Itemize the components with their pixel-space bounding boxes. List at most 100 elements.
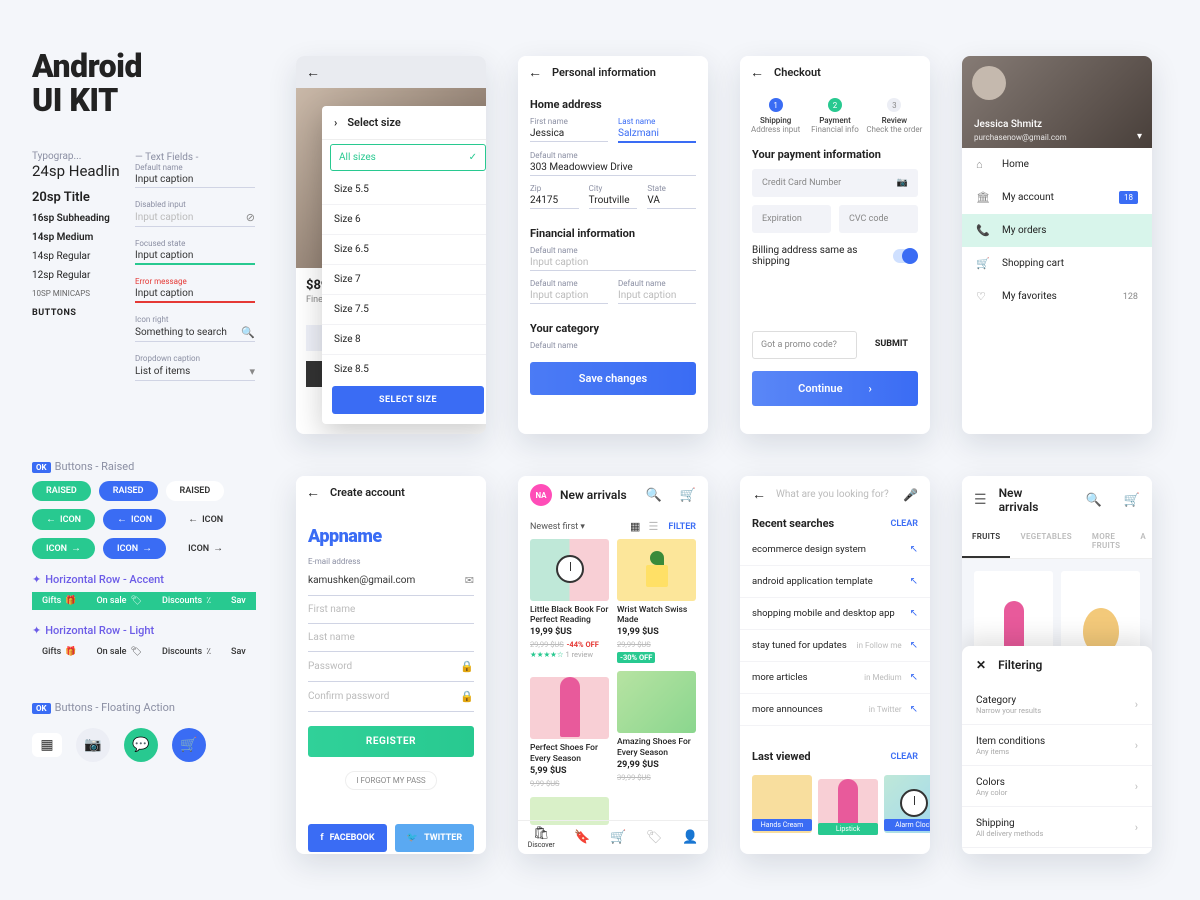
product-card[interactable]: Little Black Book For Perfect Reading 19… [530,539,609,663]
fin-input-1[interactable]: Input caption [530,255,696,271]
back-button[interactable]: ← [750,64,764,81]
chip-light-gifts[interactable]: Gifts 🎁 [32,643,86,661]
search-icon[interactable]: 🔍 [1086,493,1102,508]
size-option[interactable]: Size 7 [322,265,486,295]
last-name-input[interactable]: Last name [308,624,474,652]
drawer-home[interactable]: ⌂Home [962,148,1152,181]
confirm-password-input[interactable]: Confirm password🔒 [308,682,474,712]
nav-bookmark-icon[interactable]: 🔖 [574,830,590,845]
chip-onsale[interactable]: On sale 🏷 [86,592,151,610]
nav-discover-icon[interactable]: 🛍 [528,826,555,841]
chip-light-discounts[interactable]: Discounts ٪ [152,643,221,661]
tf-error-input[interactable]: Input caption [135,286,255,303]
sort-dropdown[interactable]: Newest first ▾ [530,522,585,532]
size-option[interactable]: Size 8.5 [322,355,486,376]
fab-grid[interactable]: ▦ [32,733,62,757]
cart-icon[interactable]: 🛒 [1124,493,1140,508]
chip-gifts[interactable]: Gifts 🎁 [32,592,86,610]
tab-vegetables[interactable]: VEGETABLES [1010,524,1081,558]
search-item[interactable]: android application template↖ [740,566,930,598]
search-item[interactable]: shopping mobile and desktop app↖ [740,598,930,630]
filter-row-conditions[interactable]: Item conditionsAny items› [962,725,1152,766]
grid-view-icon[interactable]: ▦ [630,520,640,533]
fin-input-2[interactable]: Input caption [530,288,608,304]
lastviewed-item[interactable]: Alarm Clock [884,775,930,835]
cvc-input[interactable]: CVC code [839,205,918,233]
chip-light-onsale[interactable]: On sale 🏷 [86,643,151,661]
size-option-all[interactable]: All sizes✓ [330,144,486,171]
mic-icon[interactable]: 🎤 [903,488,918,502]
search-icon[interactable]: 🔍 [646,488,662,503]
filter-row-category[interactable]: CategoryNarrow your results› [962,684,1152,725]
nav-profile-icon[interactable]: 👤 [682,830,698,845]
clear-lastviewed-button[interactable]: CLEAR [890,752,918,762]
tab-more[interactable]: MORE FRUITS [1082,524,1130,558]
nav-tag-icon[interactable]: 🏷 [646,830,663,845]
lastviewed-item[interactable]: Lipstick [818,775,878,835]
icon-button-blue-right[interactable]: ICON→ [103,538,166,559]
first-name-input[interactable]: First name [308,596,474,624]
camera-icon[interactable]: 📷 [897,178,908,188]
twitter-button[interactable]: 🐦TWITTER [395,824,474,852]
register-button[interactable]: REGISTER [308,726,474,757]
product-card[interactable]: Amazing Shoes For Every Season 29,99 $US… [617,671,696,788]
first-name-input[interactable]: Jessica [530,126,608,142]
fab-cart[interactable]: 🛒 [172,728,206,762]
drawer-favorites[interactable]: ♡My favorites128 [962,280,1152,313]
cart-icon[interactable]: 🛒 [680,488,696,503]
expiration-input[interactable]: Expiration [752,205,831,233]
tab-overflow[interactable]: A [1130,524,1152,558]
forgot-password-link[interactable]: I FORGOT MY PASS [345,771,436,790]
last-name-input[interactable]: Salzmani [618,126,696,143]
filter-row-shipping[interactable]: ShippingAll delivery methods› [962,807,1152,848]
filter-row-price[interactable]: Price rangeAny price› [962,848,1152,854]
filter-row-colors[interactable]: ColorsAny color› [962,766,1152,807]
chip-save[interactable]: Sav [221,592,256,610]
back-button[interactable]: ← [306,64,320,81]
chip-light-save[interactable]: Sav [221,643,256,661]
chevron-down-icon[interactable]: ▾ [1137,131,1142,142]
password-input[interactable]: Password🔒 [308,652,474,682]
tf-search-input[interactable]: Something to search🔍 [135,324,255,342]
tab-fruits[interactable]: FRUITS [962,524,1010,558]
filter-button[interactable]: FILTER [668,522,696,532]
state-input[interactable]: VA [647,193,696,209]
select-size-button[interactable]: SELECT SIZE [332,386,484,414]
drawer-cart[interactable]: 🛒Shopping cart [962,247,1152,280]
continue-button[interactable]: Continue› [752,371,918,406]
step-shipping[interactable]: 1ShippingAddress input [746,98,805,134]
tf-focused-input[interactable]: Input caption [135,248,255,265]
nav-cart-icon[interactable]: 🛒 [610,830,626,845]
icon-button-green-right[interactable]: ICON→ [32,538,95,559]
step-review[interactable]: 3ReviewCheck the order [865,98,924,134]
billing-toggle[interactable] [893,249,918,263]
chip-discounts[interactable]: Discounts ٪ [152,592,221,610]
close-icon[interactable]: ✕ [976,658,986,672]
back-button[interactable]: ← [528,64,542,81]
drawer-orders[interactable]: 📞My orders [962,214,1152,247]
hamburger-icon[interactable]: ☰ [974,492,987,508]
raised-button-white[interactable]: RAISED [166,481,225,501]
size-option[interactable]: Size 6.5 [322,235,486,265]
tf-dropdown[interactable]: List of items▾ [135,363,255,381]
city-input[interactable]: Troutville [589,193,638,209]
product-card[interactable]: Perfect Shoes For Every Season 5,99 $US … [530,671,609,788]
cc-number-input[interactable]: Credit Card Number📷 [752,169,918,197]
email-input[interactable]: kamushken@gmail.com✉ [308,566,474,596]
lastviewed-item[interactable]: Hands Cream [752,775,812,835]
search-item[interactable]: more announcesin Twitter↖ [740,694,930,726]
search-item[interactable]: stay tuned for updatesin Follow me↖ [740,630,930,662]
drawer-account[interactable]: 🏛My account18 [962,181,1152,214]
product-card[interactable]: Wrist Watch Swiss Made 19,99 $US 29,99 $… [617,539,696,663]
promo-code-input[interactable]: Got a promo code? [752,331,857,359]
step-payment[interactable]: 2PaymentFinancial info [805,98,864,134]
size-option[interactable]: Size 7.5 [322,295,486,325]
list-view-icon[interactable]: ☰ [648,520,658,533]
submit-promo-button[interactable]: SUBMIT [865,331,918,359]
back-button[interactable]: ← [752,486,766,503]
avatar[interactable] [972,66,1006,100]
address-input[interactable]: 303 Meadowview Drive [530,160,696,176]
search-input[interactable]: What are you looking for? [776,489,893,500]
search-item[interactable]: more articlesin Medium↖ [740,662,930,694]
fin-input-3[interactable]: Input caption [618,288,696,304]
